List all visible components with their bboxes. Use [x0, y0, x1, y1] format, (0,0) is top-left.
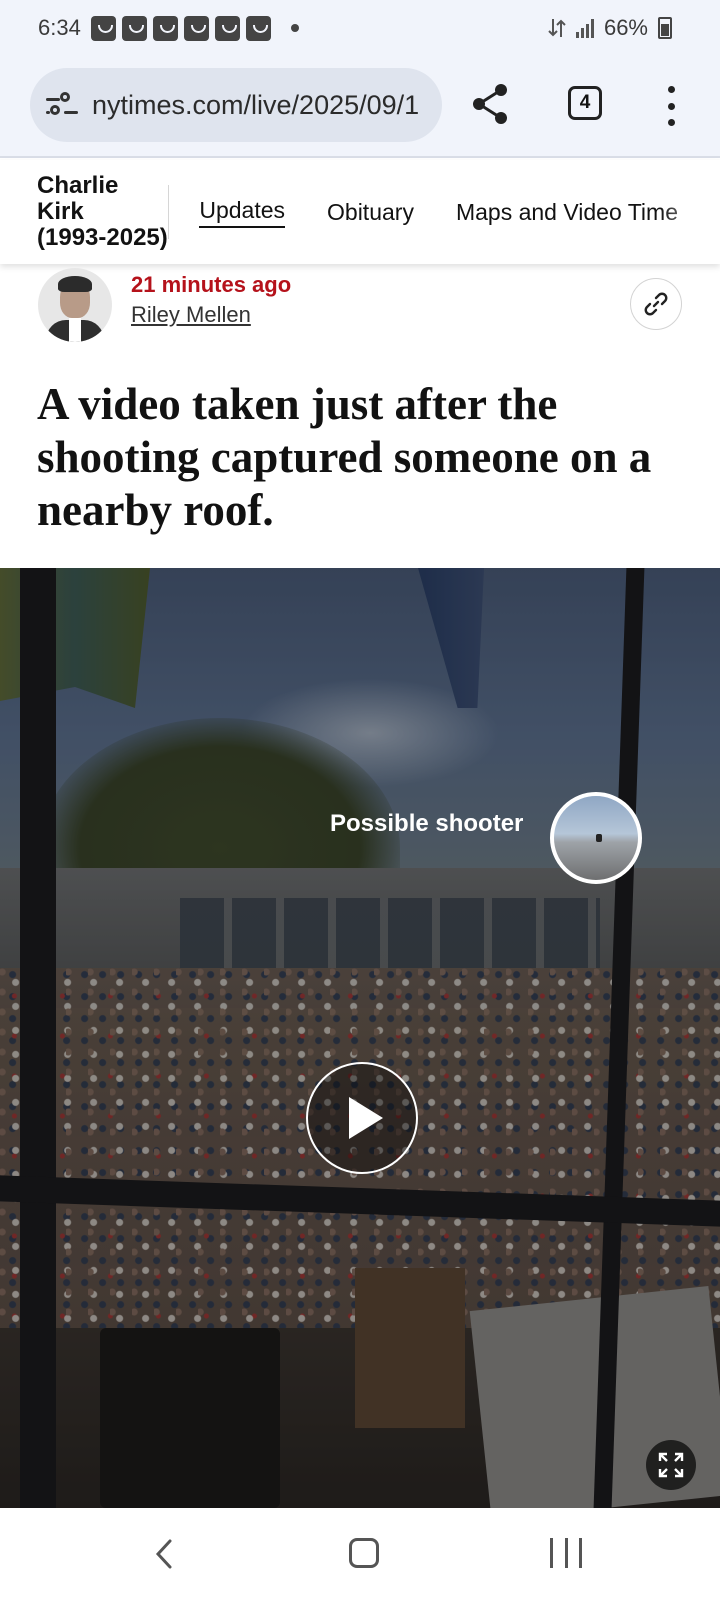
more-notifications-dot-icon — [290, 24, 299, 32]
notification-icon — [214, 15, 240, 41]
status-bar: 6:34 66% — [0, 0, 720, 56]
post-timestamp: 21 minutes ago — [131, 272, 292, 297]
copy-link-button[interactable] — [630, 278, 682, 330]
author-link[interactable]: Riley Mellen — [131, 302, 251, 328]
nav-link-maps-and-video[interactable]: Maps and Video Time — [456, 199, 678, 226]
video-player[interactable]: Possible shooter — [0, 568, 720, 1508]
back-icon[interactable] — [150, 1538, 182, 1570]
browser-toolbar: nytimes.com/live/2025/09/1 4 — [0, 56, 720, 158]
possible-shooter-label: Possible shooter — [330, 810, 524, 837]
share-icon[interactable] — [470, 82, 510, 126]
more-options-icon[interactable] — [666, 86, 676, 126]
recent-apps-icon[interactable] — [550, 1538, 582, 1568]
battery-percent: 66% — [603, 15, 648, 40]
section-nav-links: Updates Obituary Maps and Video Time — [199, 197, 720, 228]
signal-icon — [575, 18, 594, 38]
notification-icon — [90, 15, 116, 41]
notification-icons — [90, 15, 299, 41]
data-transfer-icon — [548, 19, 566, 37]
play-icon — [349, 1097, 383, 1139]
article-headline: A video taken just after the shooting ca… — [37, 379, 652, 535]
nav-link-updates[interactable]: Updates — [199, 197, 286, 228]
fullscreen-icon — [658, 1452, 684, 1478]
home-icon[interactable] — [349, 1538, 379, 1568]
author-avatar[interactable] — [38, 268, 112, 342]
site-settings-icon[interactable] — [46, 91, 78, 119]
link-icon — [644, 292, 668, 316]
section-nav: Charlie Kirk (1993-2025) Updates Obituar… — [0, 160, 720, 264]
fullscreen-button[interactable] — [646, 1440, 696, 1490]
notification-icon — [121, 15, 147, 41]
nav-fade — [660, 160, 720, 264]
section-title-line2: (1993-2025) — [37, 224, 168, 251]
status-right: 66% — [548, 0, 672, 56]
play-button[interactable] — [306, 1062, 418, 1174]
battery-icon — [658, 17, 672, 39]
section-title[interactable]: Charlie Kirk (1993-2025) — [0, 173, 170, 251]
status-time: 6:34 — [38, 15, 81, 40]
video-dim-overlay — [0, 568, 720, 1508]
notification-icon — [245, 15, 271, 41]
notification-icon — [183, 15, 209, 41]
notification-icon — [152, 15, 178, 41]
address-bar[interactable]: nytimes.com/live/2025/09/1 — [30, 68, 442, 142]
possible-shooter-inset — [550, 792, 642, 884]
system-nav-bar — [0, 1508, 720, 1600]
nav-link-obituary[interactable]: Obituary — [327, 199, 414, 226]
byline: 21 minutes ago Riley Mellen — [0, 264, 720, 352]
url-text[interactable]: nytimes.com/live/2025/09/1 — [92, 90, 419, 121]
tabs-icon[interactable]: 4 — [568, 86, 602, 120]
tab-count: 4 — [579, 92, 591, 113]
section-title-line1: Charlie Kirk — [37, 172, 119, 225]
